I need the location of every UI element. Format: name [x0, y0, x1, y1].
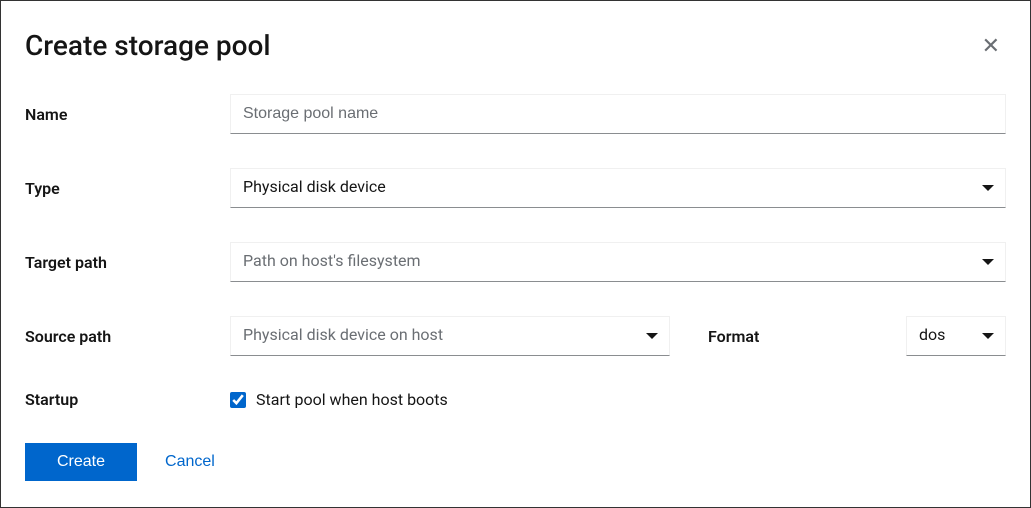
type-select[interactable]: Physical disk device — [230, 168, 1006, 208]
type-label: Type — [25, 179, 230, 198]
format-select[interactable]: dos — [906, 316, 1006, 356]
close-button[interactable]: ✕ — [976, 33, 1006, 59]
create-button[interactable]: Create — [25, 443, 137, 481]
source-path-select-wrap: Physical disk device on host — [230, 316, 670, 356]
startup-checkbox-label: Start pool when host boots — [256, 390, 448, 409]
startup-control: Start pool when host boots — [230, 390, 1006, 409]
source-path-label: Source path — [25, 327, 230, 346]
target-path-select[interactable]: Path on host's filesystem — [230, 242, 1006, 282]
close-icon: ✕ — [982, 33, 1000, 58]
target-path-label: Target path — [25, 253, 230, 272]
format-label: Format — [708, 327, 759, 346]
source-path-select[interactable]: Physical disk device on host — [230, 316, 670, 356]
target-path-row: Target path Path on host's filesystem — [25, 242, 1006, 282]
cancel-button[interactable]: Cancel — [165, 453, 215, 471]
type-row: Type Physical disk device — [25, 168, 1006, 208]
startup-checkbox[interactable] — [230, 392, 246, 408]
name-label: Name — [25, 105, 230, 124]
source-path-row: Source path Physical disk device on host… — [25, 316, 1006, 356]
modal-header: Create storage pool ✕ — [25, 29, 1006, 62]
format-select-wrap: dos — [906, 316, 1006, 356]
target-path-select-wrap: Path on host's filesystem — [230, 242, 1006, 282]
type-control: Physical disk device — [230, 168, 1006, 208]
target-path-control: Path on host's filesystem — [230, 242, 1006, 282]
source-path-control: Physical disk device on host Format dos — [230, 316, 1006, 356]
name-row: Name — [25, 94, 1006, 134]
modal-footer: Create Cancel — [25, 443, 1006, 481]
type-select-wrap: Physical disk device — [230, 168, 1006, 208]
create-storage-pool-modal: Create storage pool ✕ Name Type Physical… — [0, 0, 1031, 508]
startup-label: Startup — [25, 390, 230, 409]
startup-checkbox-wrap: Start pool when host boots — [230, 390, 448, 409]
startup-row: Startup Start pool when host boots — [25, 390, 1006, 409]
modal-title: Create storage pool — [25, 29, 271, 62]
name-input[interactable] — [230, 94, 1006, 134]
name-control — [230, 94, 1006, 134]
